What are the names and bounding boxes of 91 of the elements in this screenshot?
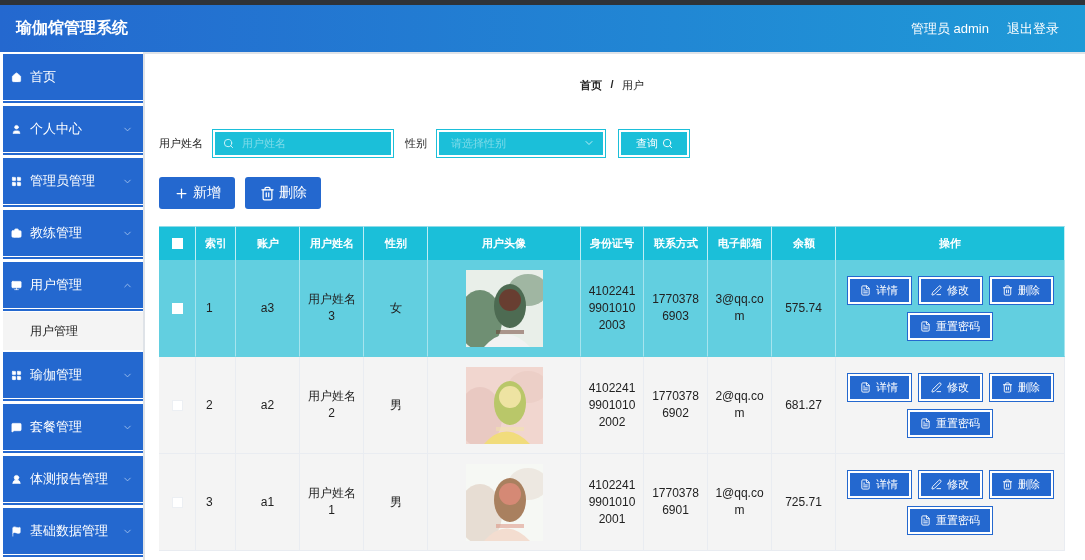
grid-icon (11, 175, 22, 187)
breadcrumb-item: 用户 (621, 78, 644, 93)
column-header: 操作 (836, 226, 1065, 260)
sidebar-item[interactable]: 瑜伽管理 (3, 350, 143, 402)
table-cell-text: 17703786902 (651, 388, 700, 422)
field-label: 性别 (405, 135, 427, 151)
pen-icon (931, 284, 942, 296)
pen-icon (931, 478, 942, 490)
table-cell: 3 (206, 493, 213, 511)
sidebar-item[interactable]: 用户管理 (3, 260, 143, 312)
chat-icon (11, 421, 22, 433)
edit-button[interactable]: 修改 (918, 276, 982, 304)
table-cell: 725.71 (785, 493, 822, 511)
table-cell: 2 (206, 396, 213, 414)
column-header: 用户姓名 (300, 226, 364, 260)
sidebar-item[interactable]: 教练管理 (3, 208, 143, 260)
document-icon (920, 514, 931, 526)
table-cell: 男 (389, 493, 402, 511)
document-icon (920, 417, 931, 429)
user-label: 管理员 admin (910, 19, 989, 38)
table-cell-text: 2@qq.com (714, 388, 765, 422)
trash-icon (1002, 284, 1013, 296)
table-cell-text: 17703786903 (651, 291, 700, 325)
table-cell-text: 410224199010102001 (587, 476, 637, 528)
edit-button[interactable]: 修改 (918, 373, 982, 401)
column-header: 索引 (196, 226, 236, 260)
details-button[interactable]: 详情 (847, 276, 911, 304)
column-header: 性别 (364, 226, 428, 260)
table-cell-text: 用户姓名3 (306, 291, 357, 325)
column-header: 账户 (236, 226, 300, 260)
flag-icon (11, 525, 22, 537)
table-cell-text: 1@qq.com (714, 485, 765, 519)
breadcrumb-separator: / (610, 78, 614, 92)
trash-icon (1002, 381, 1013, 393)
table-cell: a3 (260, 299, 275, 317)
table-cell-text: 410224199010102002 (587, 379, 637, 431)
field-label: 用户姓名 (159, 135, 203, 151)
sidebar-item[interactable]: 套餐管理 (3, 402, 143, 454)
table-cell: a1 (260, 493, 275, 511)
table-cell: 575.74 (785, 299, 822, 317)
trash-icon (259, 185, 275, 201)
sidebar-item[interactable]: 管理员管理 (3, 156, 143, 208)
reset-password-button[interactable]: 重置密码 (908, 312, 992, 340)
pen-icon (931, 381, 942, 393)
details-button[interactable]: 详情 (847, 470, 911, 498)
table-cell: 男 (389, 396, 402, 414)
delete-button[interactable]: 删除 (989, 373, 1053, 401)
plus-icon (173, 185, 189, 201)
logout-link[interactable]: 退出登录 (1007, 19, 1059, 38)
details-button[interactable]: 详情 (847, 373, 911, 401)
table-cell: 1 (206, 299, 213, 317)
table-cell-text: 3@qq.com (714, 291, 765, 325)
document-icon (860, 478, 871, 490)
home-icon (11, 71, 22, 83)
table-cell: 女 (389, 299, 402, 317)
app-title: 瑜伽馆管理系统 (16, 18, 128, 38)
column-header: 电子邮箱 (708, 226, 772, 260)
reset-password-button[interactable]: 重置密码 (908, 409, 992, 437)
grid-icon (11, 369, 22, 381)
column-header: 联系方式 (644, 226, 708, 260)
delete-button[interactable]: 删除 (245, 177, 321, 209)
table-cell: 681.27 (785, 396, 822, 414)
sidebar-item[interactable]: 首页 (3, 52, 143, 104)
edit-button[interactable]: 修改 (918, 470, 982, 498)
table-cell-text: 用户姓名1 (306, 485, 357, 519)
document-icon (920, 320, 931, 332)
delete-button[interactable]: 删除 (989, 276, 1053, 304)
search-icon (223, 137, 234, 149)
breadcrumb-item[interactable]: 首页 (580, 78, 603, 128)
user-icon (11, 123, 22, 135)
table-cell: a2 (260, 396, 275, 414)
document-icon (860, 284, 871, 296)
document-icon (860, 381, 871, 393)
table-cell-text: 用户姓名2 (306, 388, 357, 422)
reset-password-button[interactable]: 重置密码 (908, 506, 992, 534)
user-icon (11, 473, 22, 485)
column-header: 用户头像 (428, 226, 581, 260)
table-cell-text: 17703786901 (651, 485, 700, 519)
sidebar-item[interactable]: 体测报告管理 (3, 454, 143, 506)
sidebar-subitem[interactable]: 用户管理 (3, 312, 143, 350)
column-header: 余额 (772, 226, 836, 260)
trash-icon (1002, 478, 1013, 490)
add-button[interactable]: 新增 (159, 177, 235, 209)
sidebar-item[interactable]: 个人中心 (3, 104, 143, 156)
briefcase-icon (11, 227, 22, 239)
sidebar-item[interactable]: 基础数据管理 (3, 506, 143, 558)
table-cell-text: 410224199010102003 (587, 282, 637, 334)
search-icon (661, 137, 673, 149)
delete-button[interactable]: 删除 (989, 470, 1053, 498)
column-header: 身份证号 (581, 226, 644, 260)
monitor-icon (11, 279, 22, 291)
